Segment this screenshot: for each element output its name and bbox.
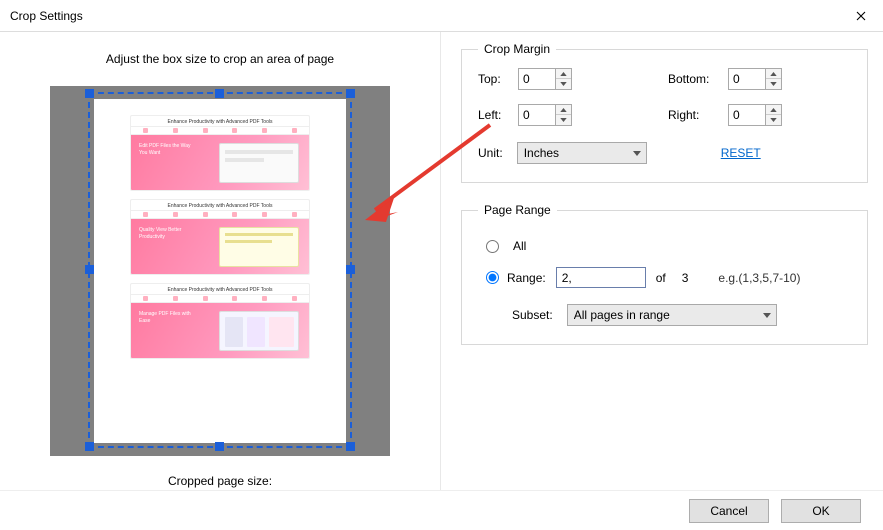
crop-handle-s[interactable] (215, 442, 224, 451)
right-spinner[interactable] (728, 104, 782, 126)
range-label: Range: (507, 271, 546, 285)
top-input[interactable] (519, 69, 555, 89)
right-step-down[interactable] (766, 115, 781, 125)
top-label: Top: (478, 72, 518, 86)
range-input[interactable] (556, 267, 646, 288)
preview-toolbar (131, 126, 309, 135)
crop-handle-n[interactable] (215, 89, 224, 98)
bottom-label: Bottom: (668, 72, 728, 86)
top-spinner[interactable] (518, 68, 572, 90)
crop-margin-legend: Crop Margin (478, 42, 556, 56)
top-step-down[interactable] (556, 79, 571, 89)
chevron-down-icon (560, 82, 567, 86)
bottom-step-down[interactable] (766, 79, 781, 89)
close-icon (856, 11, 866, 21)
preview-heading: Enhance Productivity with Advanced PDF T… (131, 200, 309, 210)
range-option[interactable]: Range: (486, 271, 546, 285)
unit-label: Unit: (478, 146, 503, 160)
crop-handle-se[interactable] (346, 442, 355, 451)
dialog-footer: Cancel OK (0, 490, 883, 530)
crop-handle-nw[interactable] (85, 89, 94, 98)
top-step-up[interactable] (556, 69, 571, 79)
ok-button[interactable]: OK (781, 499, 861, 523)
titlebar: Crop Settings (0, 0, 883, 32)
crop-handle-ne[interactable] (346, 89, 355, 98)
preview-block: Enhance Productivity with Advanced PDF T… (130, 199, 310, 275)
right-pane: Crop Margin Top: Bottom: (440, 32, 883, 500)
all-radio[interactable] (486, 240, 499, 253)
crop-margin-group: Crop Margin Top: Bottom: (461, 42, 868, 183)
bottom-spinner[interactable] (728, 68, 782, 90)
page-preview: Enhance Productivity with Advanced PDF T… (94, 99, 346, 443)
page-range-group: Page Range All Range: of 3 e.g.(1,3,5,7-… (461, 203, 868, 345)
all-label: All (513, 239, 526, 253)
left-input[interactable] (519, 105, 555, 125)
preview-heading: Enhance Productivity with Advanced PDF T… (131, 116, 309, 126)
right-label: Right: (668, 108, 728, 122)
right-input[interactable] (729, 105, 765, 125)
crop-handle-e[interactable] (346, 265, 355, 274)
subset-select[interactable]: All pages in range (567, 304, 777, 326)
dialog-title: Crop Settings (10, 9, 83, 23)
range-example: e.g.(1,3,5,7-10) (718, 271, 800, 285)
right-step-up[interactable] (766, 105, 781, 115)
close-button[interactable] (838, 0, 883, 32)
left-label: Left: (478, 108, 518, 122)
subset-label: Subset: (512, 308, 553, 322)
crop-handle-w[interactable] (85, 265, 94, 274)
bottom-input[interactable] (729, 69, 765, 89)
preview-toolbar (131, 294, 309, 303)
cancel-button[interactable]: Cancel (689, 499, 769, 523)
reset-link[interactable]: RESET (721, 146, 761, 160)
of-label: of (656, 271, 666, 285)
preview-canvas[interactable]: Enhance Productivity with Advanced PDF T… (50, 86, 390, 456)
preview-heading: Enhance Productivity with Advanced PDF T… (131, 284, 309, 294)
all-option[interactable]: All (486, 239, 851, 253)
left-spinner[interactable] (518, 104, 572, 126)
range-radio[interactable] (486, 271, 499, 284)
chevron-down-icon (560, 118, 567, 122)
left-pane: Adjust the box size to crop an area of p… (0, 32, 440, 500)
chevron-down-icon (770, 82, 777, 86)
chevron-down-icon (770, 118, 777, 122)
chevron-up-icon (560, 108, 567, 112)
crop-handle-sw[interactable] (85, 442, 94, 451)
cropped-size-label: Cropped page size: (0, 474, 440, 488)
total-pages: 3 (682, 271, 689, 285)
preview-block: Enhance Productivity with Advanced PDF T… (130, 115, 310, 191)
left-step-up[interactable] (556, 105, 571, 115)
unit-select[interactable]: Inches (517, 142, 647, 164)
instruction-text: Adjust the box size to crop an area of p… (0, 52, 440, 66)
page-range-legend: Page Range (478, 203, 557, 217)
chevron-up-icon (560, 72, 567, 76)
chevron-up-icon (770, 108, 777, 112)
preview-block: Enhance Productivity with Advanced PDF T… (130, 283, 310, 359)
chevron-up-icon (770, 72, 777, 76)
preview-toolbar (131, 210, 309, 219)
bottom-step-up[interactable] (766, 69, 781, 79)
left-step-down[interactable] (556, 115, 571, 125)
